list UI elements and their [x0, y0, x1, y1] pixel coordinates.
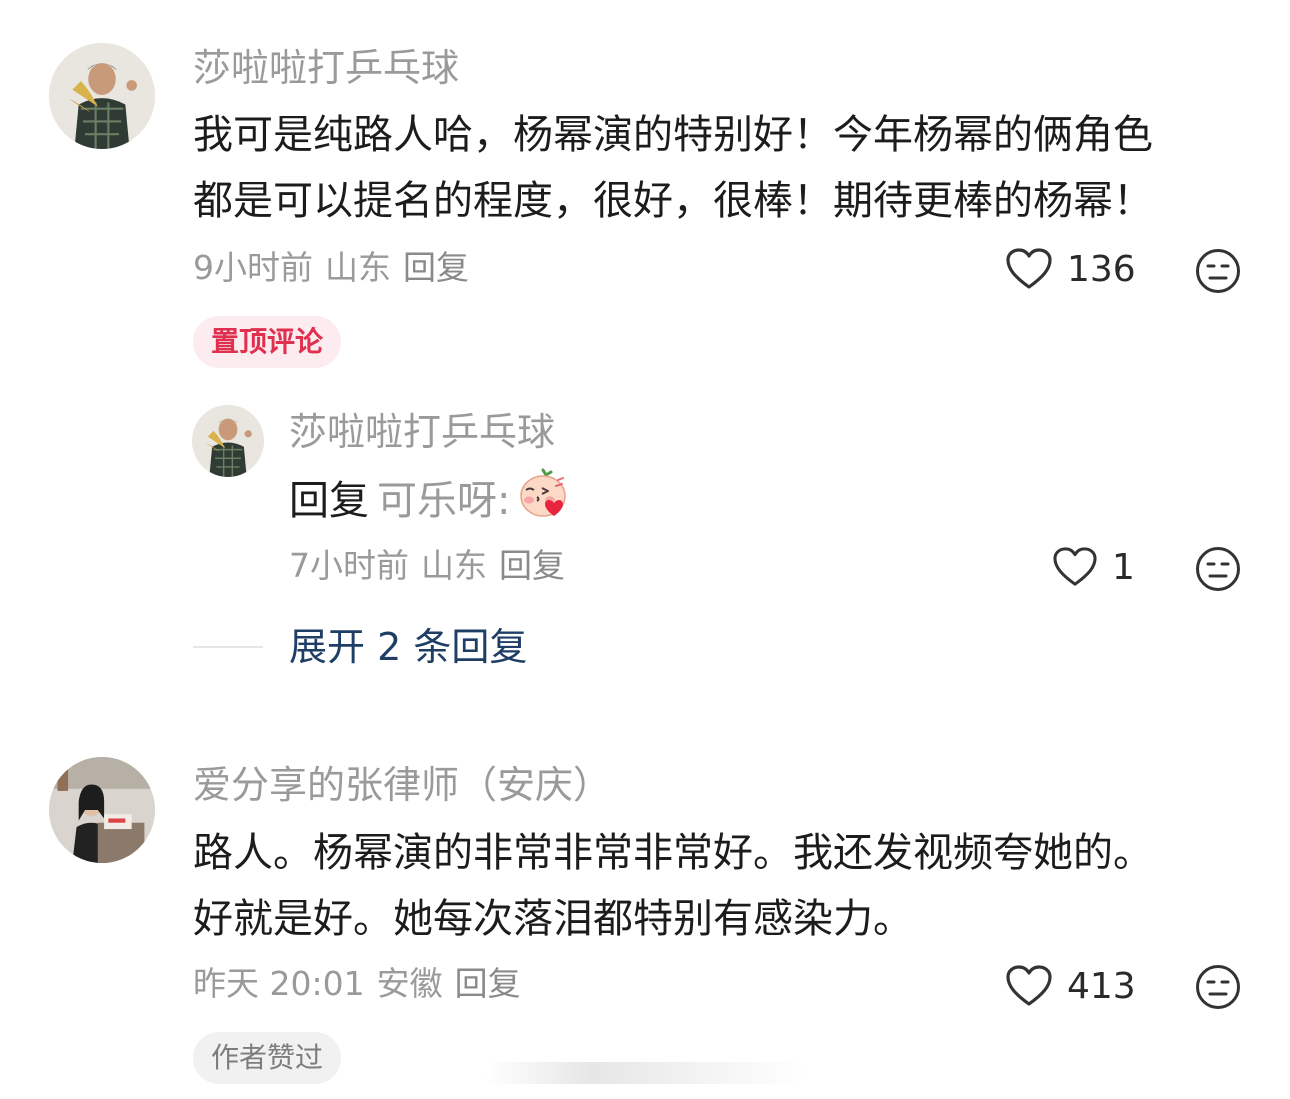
reply-prefix: 回复	[289, 478, 369, 524]
avatar[interactable]	[49, 757, 155, 863]
comment-location: 安徽	[376, 964, 443, 1003]
like-button[interactable]: 136	[1005, 247, 1136, 291]
expand-replies-button[interactable]: 展开 2 条回复	[289, 624, 527, 670]
comment-content: 我可是纯路人哈，杨幂演的特别好！今年杨幂的俩角色 都是可以提名的程度，很好，很棒…	[193, 102, 1253, 234]
dislike-face-icon[interactable]	[1195, 248, 1241, 294]
comment-content-line: 都是可以提名的程度，很好，很棒！期待更棒的杨幂！	[193, 178, 1153, 224]
dislike-face-icon[interactable]	[1195, 546, 1241, 592]
reply-target-username[interactable]: 可乐呀:	[377, 478, 510, 524]
blush-kiss-emoji-icon	[516, 466, 570, 540]
avatar[interactable]	[49, 43, 155, 149]
comment-time: 9小时前	[193, 248, 313, 287]
like-button[interactable]: 413	[1005, 964, 1136, 1008]
like-count: 1	[1112, 546, 1135, 588]
pinned-comment-badge: 置顶评论	[193, 316, 342, 368]
dislike-face-icon[interactable]	[1195, 964, 1241, 1010]
comment-content: 路人。杨幂演的非常非常非常好。我还发视频夸她的。 好就是好。她每次落泪都特别有感…	[193, 820, 1253, 952]
heart-icon[interactable]	[1005, 247, 1053, 291]
expand-divider	[193, 646, 263, 648]
reply-like-button[interactable]: 1	[1052, 546, 1135, 588]
heart-icon[interactable]	[1052, 546, 1098, 588]
reply-username[interactable]: 莎啦啦打乒乓球	[289, 409, 555, 455]
reply-button[interactable]: 回复	[455, 964, 521, 1003]
comment-content-line: 路人。杨幂演的非常非常非常好。我还发视频夸她的。	[193, 830, 1153, 876]
author-liked-badge: 作者赞过	[193, 1032, 342, 1084]
comment-username[interactable]: 爱分享的张律师（安庆）	[193, 762, 611, 808]
watermark	[485, 1062, 805, 1084]
heart-icon[interactable]	[1005, 964, 1053, 1008]
comment-location: 山东	[325, 248, 391, 287]
reply-content: 回复 可乐呀:	[289, 466, 570, 540]
comment-username[interactable]: 莎啦啦打乒乓球	[193, 45, 459, 91]
comment-content-line: 我可是纯路人哈，杨幂演的特别好！今年杨幂的俩角色	[193, 112, 1153, 158]
reply-button[interactable]: 回复	[499, 546, 565, 585]
comment-content-line: 好就是好。她每次落泪都特别有感染力。	[193, 896, 913, 942]
reply-time: 7小时前	[289, 546, 409, 585]
reply-location: 山东	[421, 546, 487, 585]
like-count: 413	[1067, 965, 1136, 1007]
comment-meta: 昨天 20:01 安徽 回复	[193, 964, 521, 1004]
reply-meta: 7小时前 山东 回复	[289, 546, 565, 586]
reply-button[interactable]: 回复	[403, 248, 469, 287]
comment-time: 昨天 20:01	[193, 964, 365, 1003]
like-count: 136	[1067, 248, 1136, 290]
comment-meta: 9小时前 山东 回复	[193, 248, 469, 288]
reply-avatar[interactable]	[192, 405, 264, 477]
